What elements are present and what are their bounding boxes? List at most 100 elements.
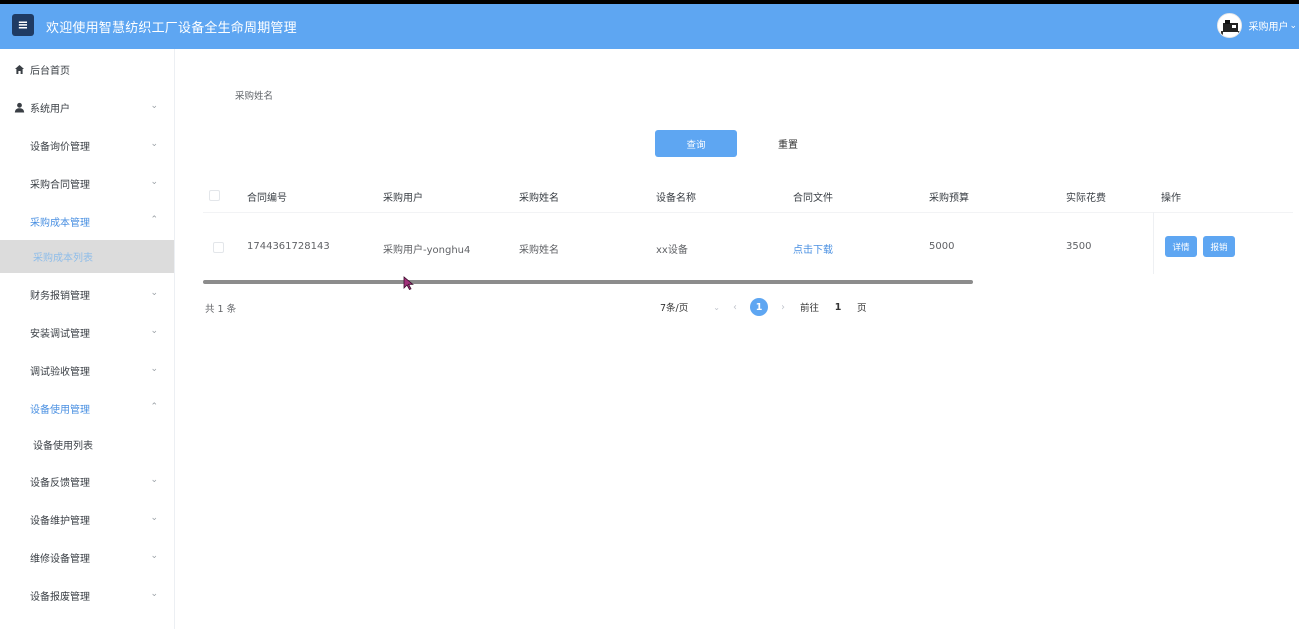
chevron-down-icon: ⌄ (150, 364, 158, 374)
reset-button[interactable]: 重置 (756, 130, 820, 157)
sidebar-item-installation[interactable]: 安装调试管理 ⌄ (0, 318, 174, 346)
row-divider (203, 212, 1293, 213)
next-page-button[interactable]: › (768, 302, 798, 313)
sidebar-item-purchase-cost[interactable]: 采购成本管理 ⌃ (0, 207, 174, 235)
chevron-down-icon: ⌄ (150, 589, 158, 599)
select-all-checkbox[interactable] (209, 190, 220, 201)
prev-page-button[interactable]: ‹ (720, 302, 750, 313)
chevron-down-icon: ⌄ (150, 551, 158, 561)
sidebar-item-label: 维修设备管理 (30, 553, 90, 565)
sidebar-item-label: 后台首页 (30, 65, 70, 77)
chevron-down-icon: ⌄ (1289, 20, 1297, 31)
sidebar-item-label: 设备报废管理 (30, 591, 90, 603)
page-number-current[interactable]: 1 (750, 298, 768, 316)
sidebar-item-label: 采购成本管理 (30, 217, 90, 229)
chevron-down-icon: ⌄ (150, 101, 158, 111)
table-cell-actual-cost: 3500 (1066, 241, 1092, 252)
row-checkbox[interactable] (213, 242, 224, 253)
sidebar-item-label: 设备使用管理 (30, 404, 90, 416)
main-content: 采购姓名 查询 重置 合同编号 采购用户 采购姓名 设备名称 合同文件 采购预算… (176, 49, 1299, 629)
detail-button[interactable]: 详情 (1165, 236, 1197, 257)
chevron-down-icon: ⌄ (713, 302, 720, 312)
buyer-name-filter-label: 采购姓名 (235, 91, 274, 102)
sidebar-item-scrap[interactable]: 设备报废管理 ⌄ (0, 581, 174, 609)
sidebar-item-label: 采购合同管理 (30, 179, 90, 191)
chevron-down-icon: ⌄ (150, 288, 158, 298)
sidebar-item-label: 调试验收管理 (30, 366, 90, 378)
chevron-down-icon: ⌄ (150, 177, 158, 187)
sidebar-subitem-purchase-cost-list[interactable]: 采购成本列表 (0, 240, 174, 273)
column-header: 采购用户 (383, 193, 423, 204)
goto-page: 前往 1 页 (800, 300, 867, 315)
query-button[interactable]: 查询 (655, 130, 737, 157)
user-menu[interactable]: 采购用户 ⌄ (1217, 13, 1297, 38)
goto-suffix: 页 (857, 303, 867, 314)
grid-icon (14, 216, 25, 227)
avatar-image-icon (1218, 14, 1242, 37)
page-size-value: 7条/页 (660, 303, 689, 314)
user-icon (14, 102, 25, 113)
avatar (1217, 13, 1243, 38)
download-contract-link[interactable]: 点击下载 (793, 241, 833, 256)
sidebar-item-device-maintenance[interactable]: 设备维护管理 ⌄ (0, 505, 174, 533)
sidebar: 后台首页 系统用户 ⌄ 设备询价管理 ⌄ 采购合同管理 ⌄ 采购成本管理 ⌃ 采… (0, 49, 175, 629)
sidebar-item-repair[interactable]: 维修设备管理 ⌄ (0, 543, 174, 571)
user-name: 采购用户 (1248, 22, 1289, 33)
pagination: 7条/页 ⌄ ‹ 1 › 前往 1 页 (660, 297, 867, 317)
grid-icon (14, 327, 25, 338)
grid-icon (14, 289, 25, 300)
home-icon (14, 64, 25, 75)
app-title: 欢迎使用智慧纺织工厂设备全生命周期管理 (46, 21, 297, 36)
chevron-up-icon: ⌃ (150, 215, 158, 225)
chevron-down-icon: ⌄ (150, 513, 158, 523)
sidebar-item-finance-reimbursement[interactable]: 财务报销管理 ⌄ (0, 280, 174, 308)
table-cell-device-name: xx设备 (656, 245, 688, 256)
horizontal-scrollbar[interactable] (203, 280, 973, 284)
mouse-cursor-icon (403, 276, 414, 290)
sidebar-item-acceptance[interactable]: 调试验收管理 ⌄ (0, 356, 174, 384)
menu-toggle-button[interactable]: ≡ (12, 14, 34, 36)
sidebar-item-label: 系统用户 (30, 103, 70, 115)
grid-icon (14, 590, 25, 601)
grid-icon (14, 514, 25, 525)
sidebar-item-label: 设备反馈管理 (30, 477, 90, 489)
column-header: 设备名称 (656, 193, 696, 204)
sidebar-item-label: 设备使用列表 (33, 441, 93, 452)
sidebar-item-system-users[interactable]: 系统用户 ⌄ (0, 93, 174, 121)
sidebar-item-label: 设备维护管理 (30, 515, 90, 527)
grid-icon (14, 403, 25, 414)
grid-icon (14, 140, 25, 151)
chevron-down-icon: ⌄ (150, 139, 158, 149)
reimburse-button[interactable]: 报销 (1203, 236, 1235, 257)
sidebar-item-device-feedback[interactable]: 设备反馈管理 ⌄ (0, 467, 174, 495)
table-cell-contract-no: 1744361728143 (247, 241, 330, 252)
page-size-select[interactable]: 7条/页 ⌄ (660, 300, 720, 315)
goto-prefix: 前往 (800, 303, 820, 314)
table-cell-buyer-user: 采购用户-yonghu4 (383, 245, 471, 256)
table-cell-budget: 5000 (929, 241, 955, 252)
grid-icon (14, 476, 25, 487)
total-count: 共 1 条 (205, 304, 237, 315)
grid-icon (14, 365, 25, 376)
column-header: 实际花费 (1066, 193, 1106, 204)
grid-icon (14, 178, 25, 189)
sidebar-item-device-usage[interactable]: 设备使用管理 ⌃ (0, 394, 174, 422)
goto-page-input[interactable]: 1 (831, 302, 845, 313)
chevron-down-icon: ⌄ (150, 326, 158, 336)
chevron-down-icon: ⌄ (150, 475, 158, 485)
sidebar-item-label: 财务报销管理 (30, 290, 90, 302)
chevron-up-icon: ⌃ (150, 402, 158, 412)
column-header: 采购姓名 (519, 193, 559, 204)
column-header: 采购预算 (929, 193, 969, 204)
column-header: 操作 (1161, 193, 1181, 204)
column-header: 合同文件 (793, 193, 833, 204)
sidebar-subitem-device-usage-list[interactable]: 设备使用列表 (0, 428, 174, 461)
table-cell-buyer-name: 采购姓名 (519, 245, 559, 256)
sidebar-item-device-inquiry[interactable]: 设备询价管理 ⌄ (0, 131, 174, 159)
sidebar-item-home[interactable]: 后台首页 (0, 55, 174, 83)
sidebar-item-purchase-contract[interactable]: 采购合同管理 ⌄ (0, 169, 174, 197)
sidebar-item-label: 安装调试管理 (30, 328, 90, 340)
grid-icon (14, 552, 25, 563)
app-header: ≡ 欢迎使用智慧纺织工厂设备全生命周期管理 采购用户 ⌄ (0, 4, 1299, 49)
sidebar-item-label: 设备询价管理 (30, 141, 90, 153)
